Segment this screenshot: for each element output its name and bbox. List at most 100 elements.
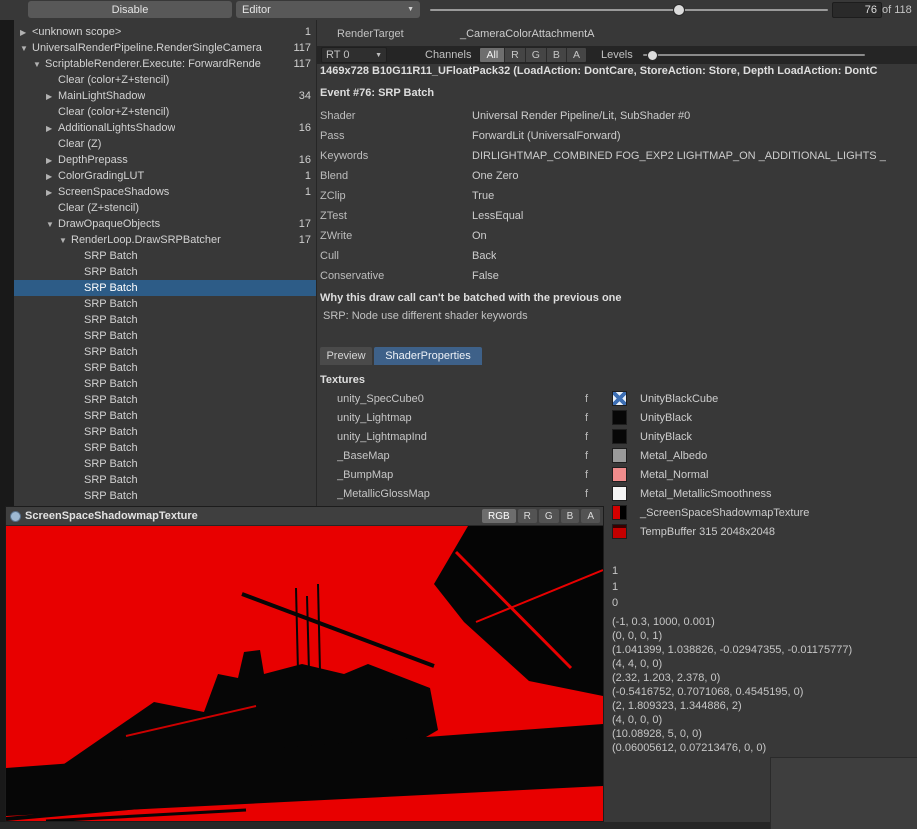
chevron-down-icon[interactable]: ▼ — [46, 220, 58, 229]
channel-button-r[interactable]: R — [505, 48, 526, 62]
tree-row[interactable]: ▼RenderLoop.DrawSRPBatcher17 — [14, 232, 316, 248]
texture-thumbnail-icon[interactable] — [612, 524, 627, 539]
render-target-info-line: 1469x728 B10G11R11_UFloatPack32 (LoadAct… — [320, 65, 914, 77]
tree-row[interactable]: SRP Batch — [14, 312, 316, 328]
preview-channel-button-a[interactable]: A — [581, 509, 600, 523]
tree-row[interactable]: Clear (color+Z+stencil) — [14, 104, 316, 120]
texture-asset-name: TempBuffer 315 2048x2048 — [640, 526, 775, 538]
texture-thumbnail-icon[interactable] — [612, 486, 627, 501]
levels-slider-track[interactable] — [643, 54, 865, 56]
chevron-right-icon[interactable]: ▶ — [46, 188, 58, 197]
tree-row[interactable]: SRP Batch — [14, 264, 316, 280]
tree-row[interactable]: SRP Batch — [14, 376, 316, 392]
channel-button-g[interactable]: G — [526, 48, 547, 62]
tree-row[interactable]: SRP Batch — [14, 296, 316, 312]
tab-preview[interactable]: Preview — [320, 347, 372, 365]
texture-row[interactable]: unity_SpecCube0fUnityBlackCube — [317, 389, 917, 408]
tree-row[interactable]: ▶ScreenSpaceShadows1 — [14, 184, 316, 200]
chevron-down-icon[interactable]: ▼ — [59, 236, 71, 245]
texture-row[interactable]: _BumpMapfMetal_Normal — [317, 465, 917, 484]
texture-row[interactable]: _MetallicGlossMapfMetal_MetallicSmoothne… — [317, 484, 917, 503]
chevron-right-icon[interactable]: ▶ — [46, 172, 58, 181]
texture-property-name: _BaseMap — [337, 450, 585, 462]
preview-channel-button-b[interactable]: B — [561, 509, 580, 523]
tree-row[interactable]: ▼ScriptableRenderer.Execute: ForwardRend… — [14, 56, 316, 72]
tree-row[interactable]: SRP Batch — [14, 424, 316, 440]
texture-thumbnail-icon[interactable] — [612, 448, 627, 463]
preview-channel-button-g[interactable]: G — [539, 509, 559, 523]
vector-value: (0.06005612, 0.07213476, 0, 0) — [612, 741, 852, 755]
tree-row[interactable]: Clear (Z+stencil) — [14, 200, 316, 216]
frame-slider-thumb[interactable] — [673, 4, 685, 16]
texture-asset-name: Metal_Normal — [640, 469, 708, 481]
chevron-down-icon[interactable]: ▼ — [20, 44, 32, 53]
tree-row[interactable]: ▶MainLightShadow34 — [14, 88, 316, 104]
chevron-right-icon[interactable]: ▶ — [20, 28, 32, 37]
tree-row[interactable]: SRP Batch — [14, 408, 316, 424]
tree-row[interactable]: Clear (Z) — [14, 136, 316, 152]
tree-row[interactable]: ▼UniversalRenderPipeline.RenderSingleCam… — [14, 40, 316, 56]
tree-row[interactable]: ▶AdditionalLightsShadow16 — [14, 120, 316, 136]
rt-index-dropdown[interactable]: RT 0 ▼ — [321, 47, 387, 63]
textures-section-header: Textures — [320, 374, 365, 386]
tree-row[interactable]: SRP Batch — [14, 472, 316, 488]
chevron-right-icon[interactable]: ▶ — [46, 156, 58, 165]
tree-item-label: SRP Batch — [84, 266, 138, 278]
preview-channel-button-rgb[interactable]: RGB — [482, 509, 516, 523]
tree-row[interactable]: SRP Batch — [14, 456, 316, 472]
levels-slider[interactable] — [643, 48, 865, 62]
texture-flag: f — [585, 488, 612, 500]
tree-row[interactable]: SRP Batch — [14, 488, 316, 504]
tab-shader-properties[interactable]: ShaderProperties — [374, 347, 482, 365]
channel-button-a[interactable]: A — [567, 48, 586, 62]
tree-item-label: SRP Batch — [84, 442, 138, 454]
channel-button-all[interactable]: All — [480, 48, 505, 62]
frame-slider-track[interactable] — [430, 9, 828, 11]
property-row: ConservativeFalse — [317, 266, 917, 286]
tree-row[interactable]: ▼DrawOpaqueObjects17 — [14, 216, 316, 232]
tree-row[interactable]: SRP Batch — [14, 392, 316, 408]
vector-value: (2, 1.809323, 1.344886, 2) — [612, 699, 852, 713]
property-value: Back — [472, 250, 496, 262]
tree-row[interactable]: ▶<unknown scope>1 — [14, 24, 316, 40]
chevron-down-icon[interactable]: ▼ — [33, 60, 45, 69]
window-bottom-edge — [0, 822, 770, 829]
disable-button[interactable]: Disable — [28, 1, 232, 18]
texture-thumbnail-icon[interactable] — [612, 410, 627, 425]
tree-row[interactable]: SRP Batch — [14, 440, 316, 456]
levels-slider-thumb[interactable] — [647, 50, 658, 61]
tree-row[interactable]: SRP Batch — [14, 344, 316, 360]
texture-thumbnail-icon[interactable] — [612, 391, 627, 406]
tree-item-count: 1 — [305, 170, 316, 182]
frame-slider[interactable] — [430, 0, 828, 19]
tree-row[interactable]: SRP Batch — [14, 248, 316, 264]
target-selector-dropdown[interactable]: Editor ▼ — [236, 1, 420, 18]
tree-row[interactable]: SRP Batch — [14, 280, 316, 296]
texture-thumbnail-icon[interactable] — [612, 467, 627, 482]
chevron-right-icon[interactable]: ▶ — [46, 92, 58, 101]
tree-row[interactable]: ▶ColorGradingLUT1 — [14, 168, 316, 184]
vector-value: (1.041399, 1.038826, -0.02947355, -0.011… — [612, 643, 852, 657]
tree-row[interactable]: SRP Batch — [14, 328, 316, 344]
texture-row[interactable]: unity_LightmapIndfUnityBlack — [317, 427, 917, 446]
tree-row[interactable]: ▶DepthPrepass16 — [14, 152, 316, 168]
tree-row[interactable]: SRP Batch — [14, 360, 316, 376]
tree-item-label: SRP Batch — [84, 378, 138, 390]
render-target-label: RenderTarget — [337, 28, 404, 40]
frame-number-field[interactable]: 76 — [832, 2, 882, 18]
texture-asset-name: UnityBlack — [640, 431, 692, 443]
preview-channel-button-r[interactable]: R — [518, 509, 537, 523]
scalar-values: 110 — [612, 563, 618, 611]
texture-thumbnail-icon[interactable] — [612, 429, 627, 444]
chevron-right-icon[interactable]: ▶ — [46, 124, 58, 133]
texture-thumbnail-icon[interactable] — [612, 505, 627, 520]
property-row: CullBack — [317, 246, 917, 266]
texture-row[interactable]: _BaseMapfMetal_Albedo — [317, 446, 917, 465]
property-label: Keywords — [317, 150, 472, 162]
preview-window-titlebar[interactable]: ScreenSpaceShadowmapTexture RGBRGBA — [6, 507, 603, 526]
texture-row[interactable]: unity_LightmapfUnityBlack — [317, 408, 917, 427]
event-title: Event #76: SRP Batch — [320, 87, 434, 99]
tree-row[interactable]: Clear (color+Z+stencil) — [14, 72, 316, 88]
channel-button-b[interactable]: B — [547, 48, 567, 62]
texture-property-name: unity_SpecCube0 — [337, 393, 585, 405]
